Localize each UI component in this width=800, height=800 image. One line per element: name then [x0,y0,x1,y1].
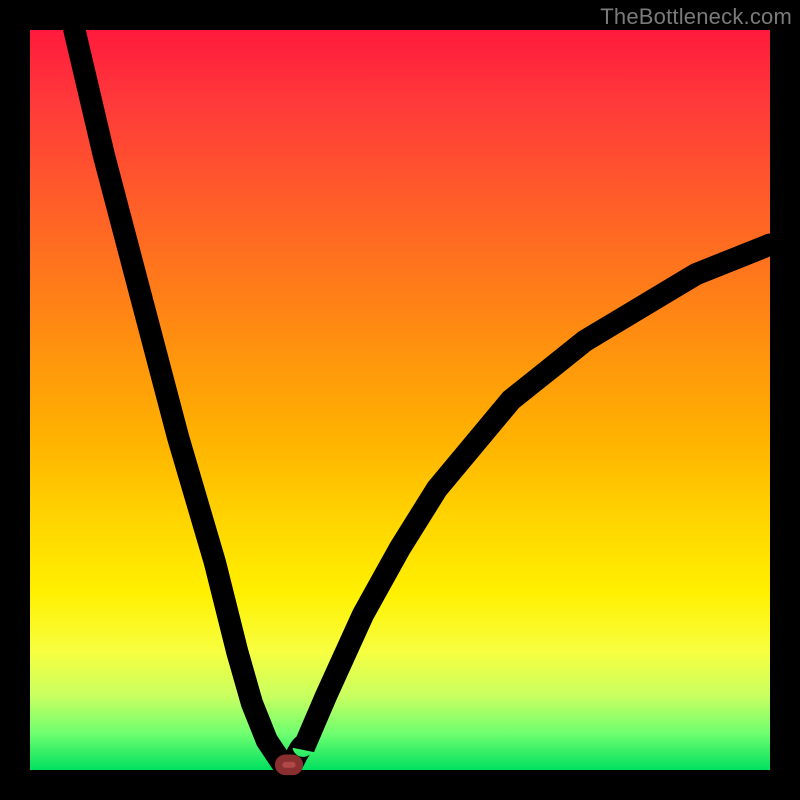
plot-svg [30,30,770,770]
curve-right-branch [289,245,770,770]
bottleneck-marker [279,758,300,771]
curve-left-branch [74,30,289,770]
watermark-text: TheBottleneck.com [600,4,792,30]
chart-frame: TheBottleneck.com [0,0,800,800]
plot-area [30,30,770,770]
